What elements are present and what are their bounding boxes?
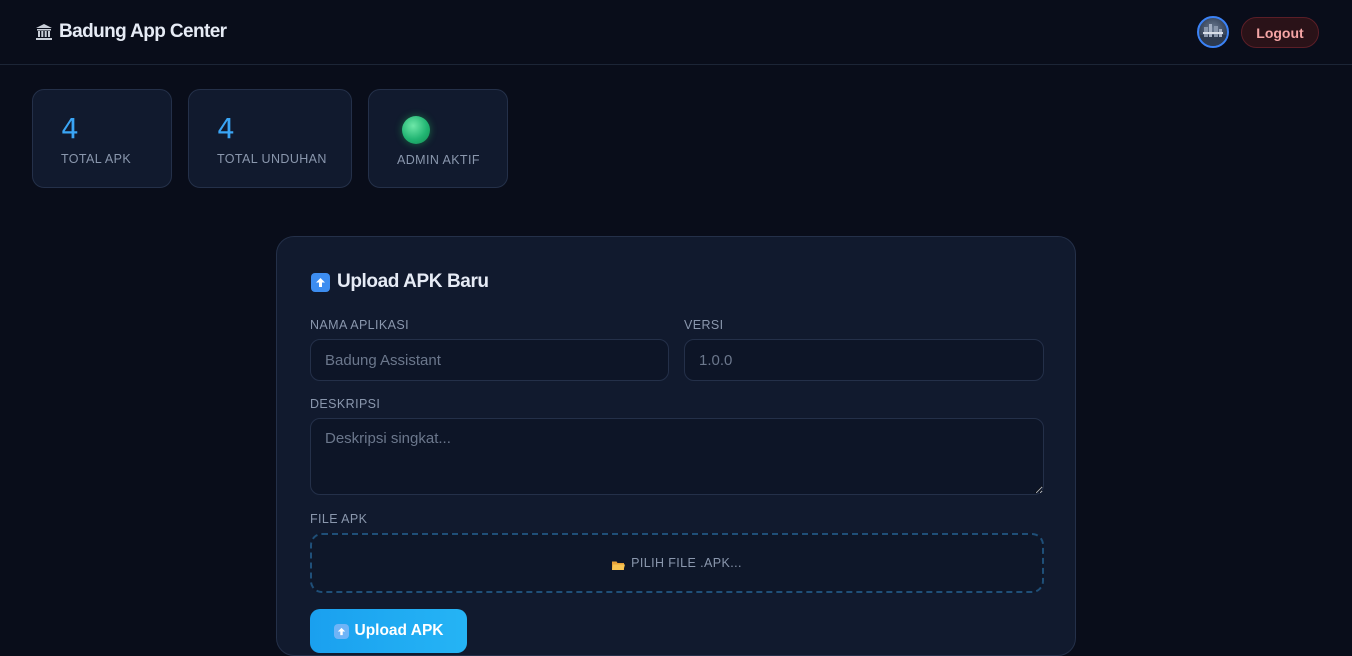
logout-button[interactable]: Logout	[1241, 17, 1319, 48]
up-arrow-icon	[333, 623, 349, 639]
description-textarea[interactable]	[310, 418, 1044, 495]
stat-card-admin-aktif: ADMIN AKTIF	[368, 89, 508, 188]
brand[interactable]: Badung App Center	[35, 20, 227, 44]
description-label: DESKRIPSI	[310, 397, 381, 411]
upload-apk-card: Upload APK Baru NAMA APLIKASI VERSI DESK…	[276, 236, 1076, 656]
upload-button-label: Upload APK	[354, 622, 444, 639]
user-avatar[interactable]	[1197, 16, 1229, 48]
stat-value: 4	[217, 112, 235, 145]
top-navbar: Badung App Center Logout	[0, 0, 1352, 65]
folder-icon	[612, 558, 626, 570]
bank-building-icon	[35, 23, 53, 41]
stat-label: TOTAL UNDUHAN	[217, 152, 327, 166]
app-name-input[interactable]	[310, 339, 669, 381]
stat-card-total-unduhan: 4 TOTAL UNDUHAN	[188, 89, 352, 188]
file-prompt: PILIH FILE .APK...	[631, 556, 742, 570]
stat-card-total-apk: 4 TOTAL APK	[32, 89, 172, 188]
stat-value: 4	[61, 112, 79, 145]
status-active-indicator	[402, 116, 430, 144]
up-arrow-icon	[311, 272, 330, 292]
version-input[interactable]	[684, 339, 1044, 381]
stat-label: TOTAL APK	[61, 152, 132, 166]
card-title-text: Upload APK Baru	[337, 271, 489, 292]
upload-apk-button[interactable]: Upload APK	[310, 609, 467, 653]
file-label: FILE APK	[310, 512, 368, 526]
file-dropzone[interactable]: PILIH FILE .APK...	[310, 533, 1044, 593]
app-title: Badung App Center	[59, 21, 227, 42]
name-label: NAMA APLIKASI	[310, 318, 409, 332]
version-label: VERSI	[684, 318, 724, 332]
stat-label: ADMIN AKTIF	[397, 153, 480, 167]
card-title: Upload APK Baru	[311, 271, 489, 293]
